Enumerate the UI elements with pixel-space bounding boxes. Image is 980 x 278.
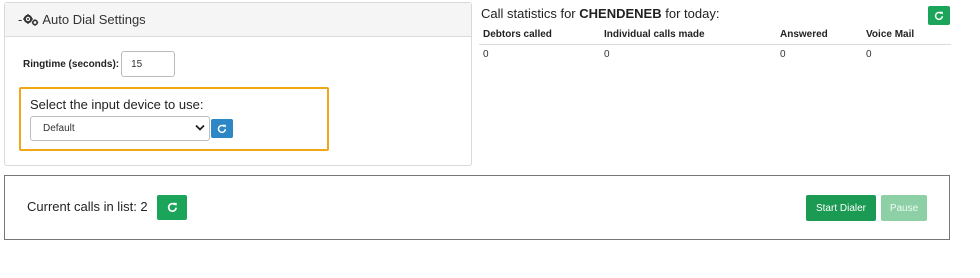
value-answered: 0: [780, 49, 786, 60]
stats-agent-name: CHENDENEB: [579, 6, 662, 21]
header-voice-mail: Voice Mail: [866, 29, 915, 40]
input-device-section: Select the input device to use: Default: [19, 87, 329, 151]
calls-refresh-button[interactable]: [157, 195, 187, 220]
refresh-icon: [167, 202, 177, 212]
input-device-selected: Default: [43, 123, 75, 134]
pause-button[interactable]: Pause: [881, 195, 927, 221]
ringtime-label: Ringtime (seconds):: [23, 58, 120, 70]
gears-icon: [23, 13, 39, 26]
stats-title: Call statistics for CHENDENEB for today:: [481, 6, 719, 21]
stats-title-prefix: Call statistics for: [481, 6, 576, 21]
input-device-select[interactable]: Default: [30, 116, 210, 141]
device-refresh-button[interactable]: [211, 119, 233, 138]
refresh-icon: [934, 11, 944, 20]
refresh-icon: [217, 124, 227, 133]
stats-refresh-button[interactable]: [928, 6, 950, 25]
panel-title: Auto Dial Settings: [42, 12, 146, 27]
stats-header-row: Debtors called Individual calls made Ans…: [479, 26, 951, 45]
start-dialer-button[interactable]: Start Dialer: [806, 195, 876, 221]
header-answered: Answered: [780, 29, 828, 40]
current-calls-panel: Current calls in list: 2 Start Dialer Pa…: [4, 175, 950, 240]
stats-table: Debtors called Individual calls made Ans…: [479, 26, 951, 63]
stats-title-suffix: for today:: [665, 6, 720, 21]
header-individual-calls: Individual calls made: [604, 29, 705, 40]
table-row: 0 0 0 0: [479, 45, 951, 63]
chevron-down-icon: [195, 124, 205, 131]
value-individual-calls: 0: [604, 49, 610, 60]
panel-heading[interactable]: - Auto Dial Settings: [5, 3, 471, 37]
ringtime-input[interactable]: [121, 51, 176, 77]
ringtime-row: Ringtime (seconds):: [23, 51, 176, 77]
value-debtors-called: 0: [483, 49, 489, 60]
auto-dial-settings-panel: - Auto Dial Settings Ringtime (seconds):…: [4, 2, 472, 166]
collapse-toggle[interactable]: -: [18, 12, 22, 27]
current-calls-label: Current calls in list: 2: [27, 199, 148, 214]
header-debtors-called: Debtors called: [483, 29, 552, 40]
input-device-label: Select the input device to use:: [30, 97, 204, 112]
value-voice-mail: 0: [866, 49, 872, 60]
